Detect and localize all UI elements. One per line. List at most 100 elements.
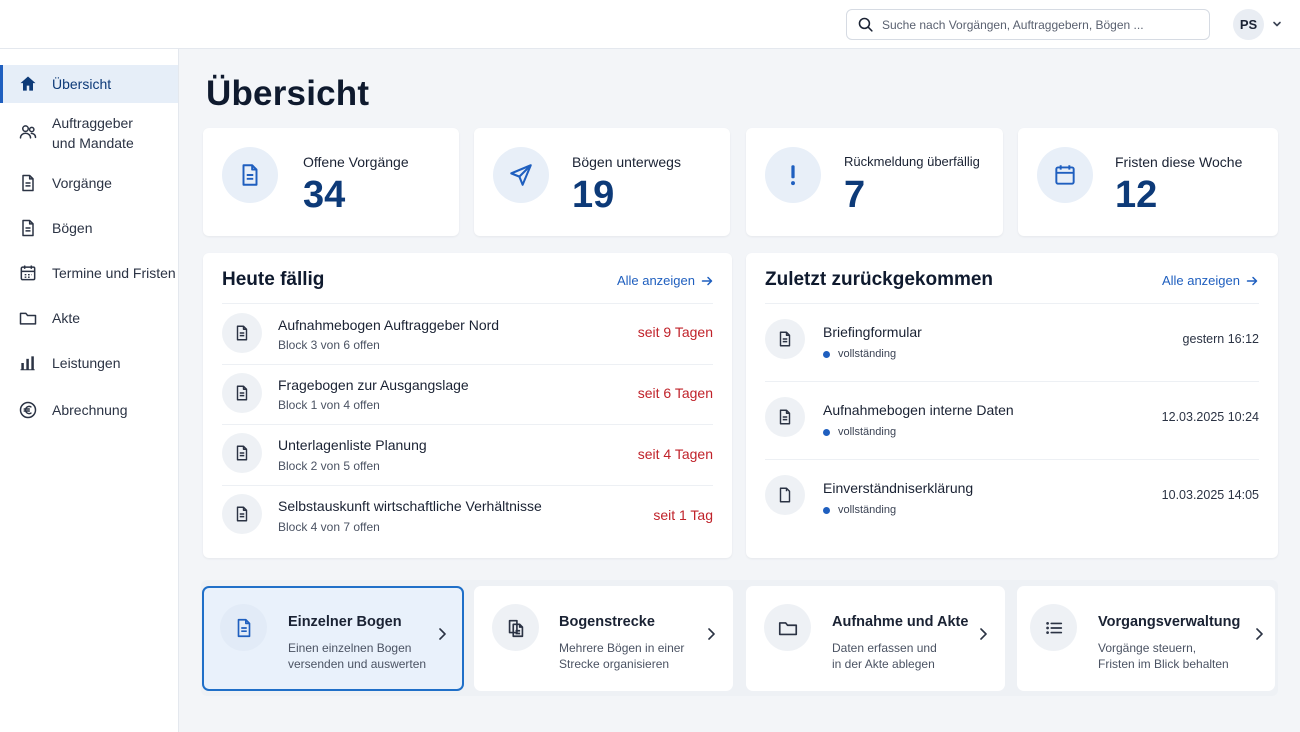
action-description: Vorgänge steuern, Fristen im Blick behal… [1098,640,1248,672]
due-label: seit 6 Tagen [637,385,713,401]
action-title: Aufnahme und Akte [832,614,969,630]
action-description-line: in der Akte ablegen [832,657,935,671]
stat-value: 7 [844,174,866,216]
link-label: Alle anzeigen [1161,273,1240,288]
document-icon [222,147,278,203]
action-aufnahme-und-akte[interactable]: Aufnahme und Akte Daten erfassen und in … [746,586,1005,691]
document-icon [222,373,262,413]
bar-chart-icon [17,352,39,374]
list-item[interactable]: Aufnahmebogen Auftraggeber Nord Block 3 … [222,303,713,364]
sidebar-item-label: Vorgänge [52,175,112,191]
action-description-line: Daten erfassen und [832,641,937,655]
top-bar: PS [0,0,1300,49]
document-icon [765,319,805,359]
sidebar-item-label: Auftraggeber und Mandate [52,115,134,151]
documents-icon [492,604,539,651]
document-icon [222,313,262,353]
avatar[interactable]: PS [1233,9,1264,40]
chevron-down-icon[interactable] [1271,18,1283,30]
status-badge: vollständing [823,348,896,360]
due-label: seit 9 Tagen [637,324,713,340]
stat-label: Offene Vorgänge [303,154,409,170]
chevron-right-icon [980,628,987,640]
action-vorgangsverwaltung[interactable]: Vorgangsverwaltung Vorgänge steuern, Fri… [1017,586,1275,691]
due-label: seit 1 Tag [653,507,713,523]
timestamp: gestern 16:12 [1182,332,1259,346]
list-item[interactable]: Briefingformular vollständing gestern 16… [765,303,1259,381]
item-subtitle: Block 3 von 6 offen [278,338,380,352]
list-item[interactable]: Unterlagenliste Planung Block 2 von 5 of… [222,424,713,485]
action-description-line: Vorgänge steuern, [1098,641,1197,655]
sidebar-item-leistungen[interactable]: Leistungen [0,344,178,382]
status-dot [823,506,830,514]
status-label: vollständing [838,426,897,438]
search-input[interactable] [882,17,1202,32]
item-subtitle: Block 4 von 7 offen [278,520,380,534]
sidebar-item-label: Leistungen [52,355,121,371]
stat-value: 19 [572,174,615,216]
returned-panel: Zuletzt zurückgekommen Alle anzeigen Bri… [746,253,1278,558]
sidebar-item-termine[interactable]: Termine und Fristen [0,254,178,292]
due-today-panel: Heute fällig Alle anzeigen Aufnahmebogen… [203,253,732,558]
stat-card-fristen[interactable]: Fristen diese Woche 12 [1018,128,1278,236]
chevron-right-icon [439,628,446,640]
chevron-right-icon [1256,628,1263,640]
show-all-link[interactable]: Alle anzeigen [1162,273,1258,288]
document-icon [17,172,39,194]
list-item[interactable]: Fragebogen zur Ausgangslage Block 1 von … [222,364,713,424]
status-badge: vollständing [823,426,896,438]
sidebar: Übersicht Auftraggeber und Mandate Vorgä… [0,49,179,732]
sidebar-item-vorgaenge[interactable]: Vorgänge [0,164,178,202]
stat-card-rueckmeldung[interactable]: Rückmeldung überfällig 7 [746,128,1003,236]
sidebar-item-uebersicht[interactable]: Übersicht [0,65,178,103]
action-description-line: Strecke organisieren [559,657,670,671]
sidebar-item-label: Übersicht [52,76,112,92]
users-icon [17,121,39,143]
calendar-icon [1037,147,1093,203]
action-description: Mehrere Bögen in einer Strecke organisie… [559,640,709,672]
panel-title: Heute fällig [222,269,325,290]
stat-label: Bögen unterwegs [572,154,681,170]
list-item[interactable]: Selbstauskunft wirtschaftliche Verhältni… [222,485,713,546]
item-title: Aufnahmebogen interne Daten [823,402,1014,418]
action-description-line: Fristen im Blick behalten [1098,657,1229,671]
home-icon [17,73,39,95]
action-einzelner-bogen[interactable]: Einzelner Bogen Einen einzelnen Bogen ve… [202,586,464,691]
search-icon [858,17,873,32]
action-title: Einzelner Bogen [288,614,402,630]
show-all-link[interactable]: Alle anzeigen [617,273,713,288]
sidebar-item-abrechnung[interactable]: Abrechnung [0,391,178,429]
status-dot [823,428,830,436]
euro-icon [17,399,39,421]
item-title: Aufnahmebogen Auftraggeber Nord [278,317,500,333]
stat-card-boegen-unterwegs[interactable]: Bögen unterwegs 19 [474,128,730,236]
document-icon [17,217,39,239]
item-subtitle: Block 2 von 5 offen [278,459,380,473]
sidebar-item-auftraggeber[interactable]: Auftraggeber und Mandate [0,111,178,155]
document-icon [222,494,262,534]
sidebar-item-label: Abrechnung [52,402,128,418]
calendar-icon [17,262,39,284]
due-label: seit 4 Tagen [637,446,713,462]
sidebar-item-akte[interactable]: Akte [0,299,178,337]
document-icon [222,433,262,473]
search-box[interactable] [846,9,1210,40]
item-title: Unterlagenliste Planung [278,437,427,453]
sidebar-item-boegen[interactable]: Bögen [0,209,178,247]
chevron-right-icon [708,628,715,640]
action-bogenstrecke[interactable]: Bogenstrecke Mehrere Bögen in einer Stre… [474,586,733,691]
item-title: Selbstauskunft wirtschaftliche Verhältni… [278,498,542,514]
stat-label: Fristen diese Woche [1115,154,1243,170]
page-title: Übersicht [206,74,370,113]
status-label: vollständing [838,504,897,516]
stat-value: 34 [303,174,346,216]
action-title: Bogenstrecke [559,614,655,630]
send-icon [493,147,549,203]
item-subtitle: Block 1 von 4 offen [278,398,380,412]
stat-card-offene-vorgaenge[interactable]: Offene Vorgänge 34 [203,128,459,236]
folder-icon [764,604,811,651]
arrow-right-icon [1246,276,1258,285]
list-item[interactable]: Einverständniserklärung vollständing 10.… [765,459,1259,537]
list-item[interactable]: Aufnahmebogen interne Daten vollständing… [765,381,1259,459]
status-badge: vollständing [823,504,896,516]
